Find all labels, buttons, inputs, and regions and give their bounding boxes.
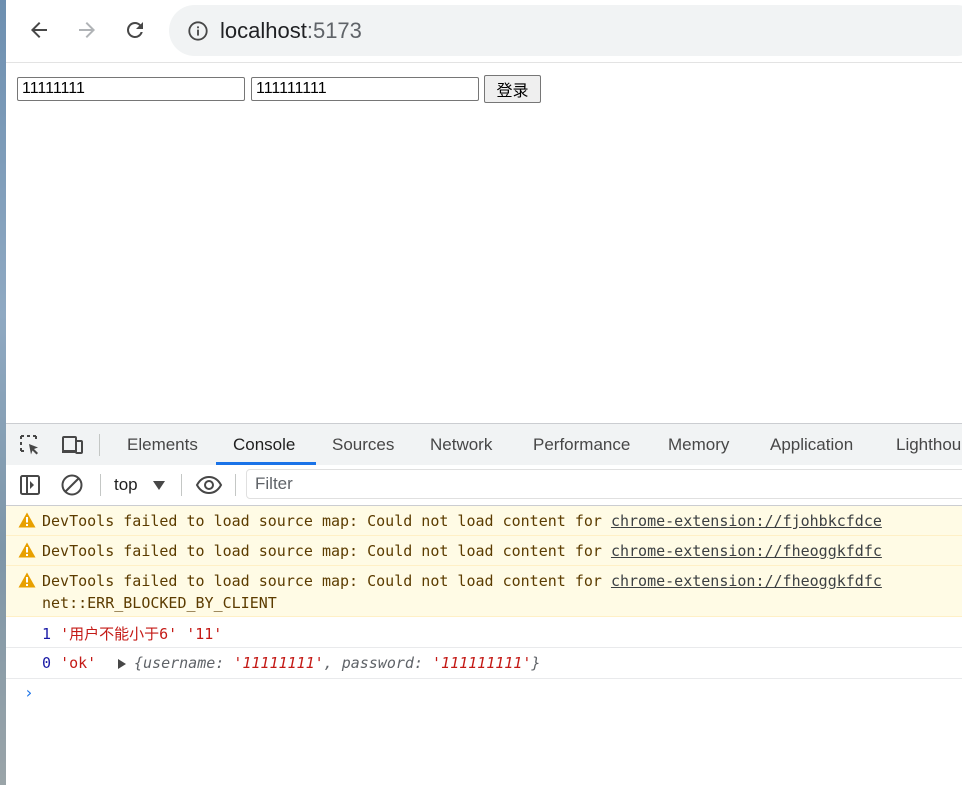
forward-button[interactable] bbox=[69, 12, 105, 48]
url-host: localhost bbox=[220, 18, 307, 43]
expand-triangle-icon[interactable] bbox=[118, 659, 126, 669]
password-input[interactable] bbox=[251, 77, 479, 101]
repeat-count: 1 bbox=[42, 625, 52, 643]
console-warning: DevTools failed to load source map: Coul… bbox=[6, 566, 962, 617]
address-bar[interactable]: localhost:5173 bbox=[169, 5, 962, 56]
repeat-count: 0 bbox=[42, 654, 52, 672]
warning-text: DevTools failed to load source map: Coul… bbox=[42, 542, 611, 560]
warning-icon bbox=[18, 542, 36, 558]
login-button[interactable]: 登录 bbox=[484, 75, 541, 103]
reload-icon bbox=[126, 21, 143, 38]
context-selector[interactable]: top bbox=[114, 475, 138, 495]
prompt-chevron-icon: › bbox=[24, 683, 34, 702]
source-link[interactable]: chrome-extension://fheoggkfdfc bbox=[611, 542, 882, 560]
console-warning: DevTools failed to load source map: Coul… bbox=[6, 536, 962, 566]
warning-text: DevTools failed to load source map: Coul… bbox=[42, 512, 611, 530]
tab-lighthouse[interactable]: Lighthou bbox=[896, 424, 961, 465]
tab-memory[interactable]: Memory bbox=[668, 424, 729, 465]
console-messages: DevTools failed to load source map: Coul… bbox=[6, 506, 962, 709]
tab-console[interactable]: Console bbox=[233, 424, 295, 465]
forward-arrow-icon bbox=[79, 22, 95, 38]
username-input[interactable] bbox=[17, 77, 245, 101]
url-port: :5173 bbox=[306, 18, 362, 43]
site-info-icon[interactable] bbox=[187, 20, 209, 42]
toolbar-separator bbox=[235, 474, 236, 496]
log-string: '用户不能小于6' bbox=[60, 625, 178, 643]
tab-performance[interactable]: Performance bbox=[533, 424, 630, 465]
show-sidebar-icon[interactable] bbox=[18, 473, 42, 497]
warning-icon bbox=[18, 512, 36, 528]
devtools-panel: Elements Console Sources Network Perform… bbox=[6, 423, 962, 785]
browser-toolbar: localhost:5173 bbox=[6, 0, 962, 63]
console-filter-input[interactable] bbox=[246, 469, 962, 499]
warning-error-code: net::ERR_BLOCKED_BY_CLIENT bbox=[42, 594, 277, 612]
toolbar-separator bbox=[100, 474, 101, 496]
log-string: '11' bbox=[186, 625, 223, 643]
page-content: 登录 bbox=[6, 63, 962, 423]
tab-sources[interactable]: Sources bbox=[332, 424, 394, 465]
toolbar-separator bbox=[181, 474, 182, 496]
device-toolbar-icon[interactable] bbox=[60, 433, 84, 457]
inspect-element-icon[interactable] bbox=[18, 433, 42, 457]
object-preview[interactable]: {username: '11111111', password: '111111… bbox=[134, 654, 540, 672]
tab-application[interactable]: Application bbox=[770, 424, 853, 465]
console-log-row: 0 'ok' {username: '11111111', password: … bbox=[6, 648, 962, 679]
screen: localhost:5173 登录 Elements Console Sourc… bbox=[0, 0, 962, 785]
back-arrow-icon bbox=[31, 22, 47, 38]
devtools-tab-bar: Elements Console Sources Network Perform… bbox=[6, 424, 962, 466]
url-text[interactable]: localhost:5173 bbox=[220, 18, 362, 44]
console-log-row: 1 '用户不能小于6' '11' bbox=[6, 617, 962, 648]
toolbar-separator bbox=[99, 434, 100, 456]
reload-button[interactable] bbox=[117, 12, 153, 48]
warning-text: DevTools failed to load source map: Coul… bbox=[42, 572, 611, 590]
chevron-down-icon[interactable] bbox=[153, 481, 165, 490]
live-expression-eye-icon[interactable] bbox=[195, 473, 223, 497]
source-link[interactable]: chrome-extension://fheoggkfdfc bbox=[611, 572, 882, 590]
console-warning: DevTools failed to load source map: Coul… bbox=[6, 506, 962, 536]
back-button[interactable] bbox=[21, 12, 57, 48]
console-toolbar: top bbox=[6, 465, 962, 506]
source-link[interactable]: chrome-extension://fjohbkcfdce bbox=[611, 512, 882, 530]
clear-console-icon[interactable] bbox=[60, 473, 84, 497]
log-string: 'ok' bbox=[60, 654, 97, 672]
console-prompt-row[interactable]: › bbox=[6, 679, 962, 709]
tab-network[interactable]: Network bbox=[430, 424, 492, 465]
tab-elements[interactable]: Elements bbox=[127, 424, 198, 465]
warning-icon bbox=[18, 572, 36, 588]
